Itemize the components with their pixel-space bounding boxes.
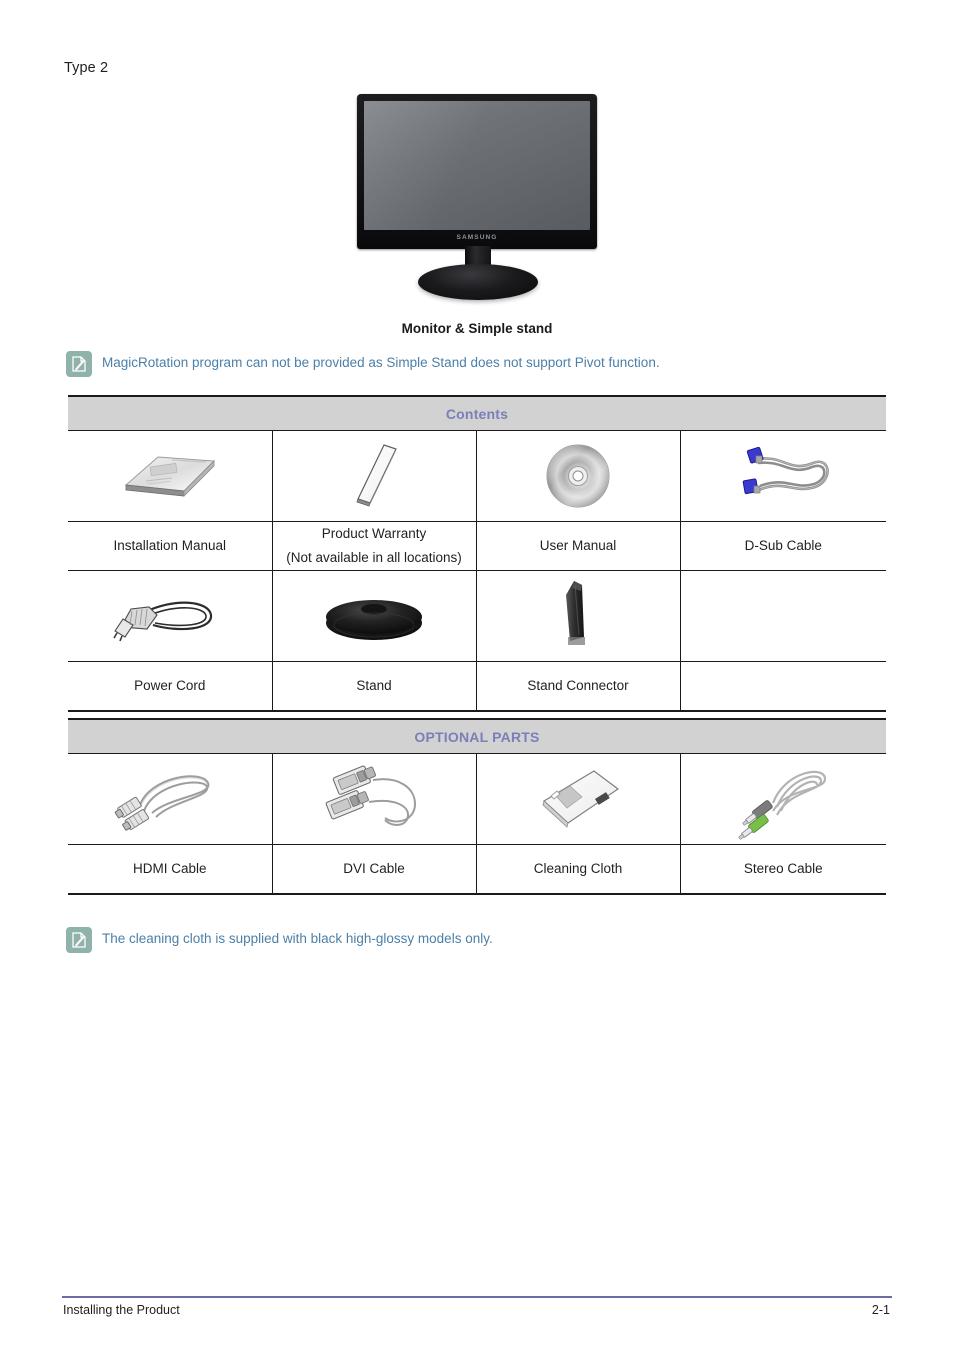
cell-product-warranty-image [271,430,477,522]
table-row [68,430,887,522]
label-user-manual: User Manual [475,521,681,571]
table-row: Installation Manual Product Warranty (No… [68,521,887,571]
stand-connector-icon [566,581,585,645]
monitor-brand-logo: SAMSUNG [456,234,498,241]
cell-stereo-cable-image [679,753,886,845]
monitor-screen [364,101,590,230]
optional-parts-header: OPTIONAL PARTS [68,718,886,754]
note-cleaning-cloth: The cleaning cloth is supplied with blac… [66,927,493,953]
hero-caption: Monitor & Simple stand [401,321,553,336]
cell-dvi-cable-image [271,753,477,845]
cell-power-cord-image [68,570,273,662]
note-pencil-icon [66,927,92,953]
label-stand-connector: Stand Connector [475,661,681,712]
footer-section-title: Installing the Product [63,1303,180,1317]
cell-empty-image [679,570,887,662]
label-hdmi-cable: HDMI Cable [68,844,273,895]
label-installation-manual: Installation Manual [68,521,273,571]
table-row: Power Cord Stand Stand Connector [68,661,887,712]
note-text: The cleaning cloth is supplied with blac… [102,931,493,946]
table-row [68,753,886,845]
note-magicrotation: MagicRotation program can not be provide… [66,351,660,377]
note-pencil-icon [66,351,92,377]
cell-d-sub-cable-image [679,430,887,522]
table-section-header-row: OPTIONAL PARTS [68,718,886,754]
table-row [68,570,887,662]
table-row: HDMI Cable DVI Cable Cleaning Cloth Ster… [68,844,886,895]
product-warranty-icon [356,444,397,507]
label-power-cord: Power Cord [68,661,273,712]
label-stand: Stand [271,661,477,712]
installation-manual-icon [124,456,215,497]
monitor-bezel: SAMSUNG [357,94,597,249]
cell-cleaning-cloth-image [475,753,681,845]
contents-table: Contents Installation Manual Product War… [68,395,887,712]
optional-parts-table: OPTIONAL PARTS HDMI Cable DVI Cable Clea… [68,718,886,895]
monitor-product-image: SAMSUNG [357,94,597,300]
footer-page-number: 2-1 [871,1303,890,1317]
cd-disc-icon [546,444,610,508]
label-dvi-cable: DVI Cable [271,844,477,895]
label-product-warranty-line2: (Not available in all locations) [286,550,462,565]
table-section-header-row: Contents [68,395,887,431]
note-text: MagicRotation program can not be provide… [102,355,660,370]
hdmi-cable-icon [114,775,209,831]
label-product-warranty-line1: Product Warranty [321,526,427,542]
document-page: Type 2 SAMSUNG Monitor & Simple stand Ma… [0,0,954,1350]
cell-hdmi-cable-image [68,753,273,845]
label-product-warranty: Product Warranty (Not available in all l… [271,521,477,571]
dvi-cable-icon [325,765,417,826]
d-sub-cable-icon [742,446,830,495]
stereo-cable-icon [738,770,827,840]
label-stereo-cable: Stereo Cable [679,844,886,895]
cell-stand-connector-image [475,570,681,662]
contents-header: Contents [68,395,887,431]
type-label: Type 2 [64,60,109,76]
label-cleaning-cloth: Cleaning Cloth [475,844,681,895]
power-cord-icon [113,601,212,642]
label-d-sub-cable: D-Sub Cable [679,521,887,571]
label-empty [679,661,887,712]
footer-divider [62,1296,892,1298]
cleaning-cloth-icon [542,770,620,828]
cell-installation-manual-image [68,430,273,522]
stand-base-icon [326,600,422,640]
cell-user-manual-image [475,430,681,522]
cell-stand-image [271,570,477,662]
monitor-base [418,264,538,300]
